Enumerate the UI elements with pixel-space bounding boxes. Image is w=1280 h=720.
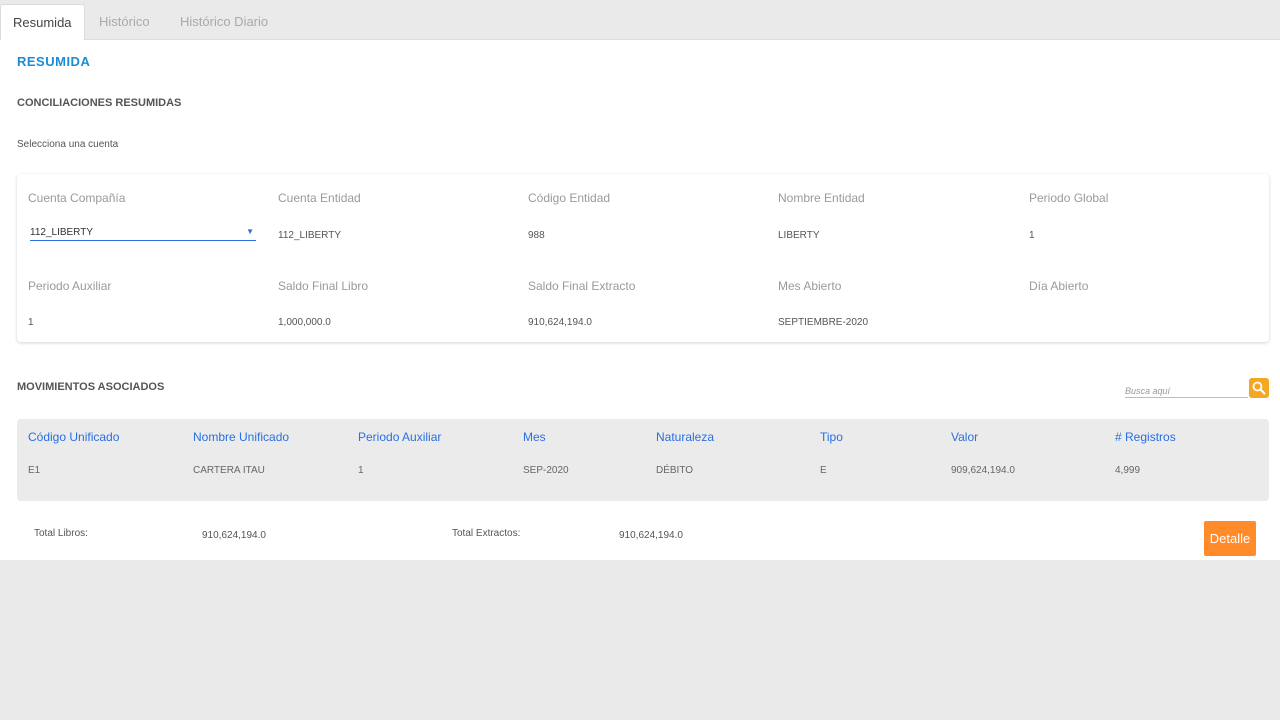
- table-cell: SEP-2020: [523, 465, 569, 476]
- column-header[interactable]: Periodo Auxiliar: [358, 430, 441, 444]
- total-extractos-label: Total Extractos:: [452, 528, 521, 539]
- value-nombre-entidad: LIBERTY: [778, 230, 820, 241]
- tab-historico-diario[interactable]: Histórico Diario: [168, 4, 280, 40]
- table-cell: 1: [358, 465, 364, 476]
- label-mes-abierto: Mes Abierto: [778, 279, 842, 293]
- table-cell: 909,624,194.0: [951, 465, 1015, 476]
- value-mes-abierto: SEPTIEMBRE-2020: [778, 317, 869, 328]
- value-periodo-global: 1: [1029, 230, 1035, 241]
- table-cell: DÉBITO: [656, 465, 694, 476]
- label-saldo-final-libro: Saldo Final Libro: [278, 279, 369, 293]
- label-codigo-entidad: Código Entidad: [528, 191, 611, 205]
- column-header[interactable]: Nombre Unificado: [193, 430, 289, 444]
- table-cell: 4,999: [1115, 465, 1141, 476]
- label-dia-abierto: Día Abierto: [1029, 279, 1089, 293]
- movements-table: Código Unificado Nombre Unificado Period…: [17, 419, 1269, 501]
- main-content: RESUMIDA CONCILIACIONES RESUMIDAS Selecc…: [0, 40, 1280, 560]
- label-periodo-auxiliar: Periodo Auxiliar: [28, 279, 112, 293]
- label-periodo-global: Periodo Global: [1029, 191, 1109, 205]
- dropdown-arrow-icon: ▼: [246, 227, 254, 236]
- total-extractos-value: 910,624,194.0: [619, 530, 683, 541]
- tab-historico[interactable]: Histórico: [87, 4, 162, 40]
- column-header[interactable]: Mes: [523, 430, 546, 444]
- select-account-hint: Selecciona una cuenta: [17, 139, 119, 150]
- value-cuenta-entidad: 112_LIBERTY: [278, 230, 342, 241]
- label-cuenta-entidad: Cuenta Entidad: [278, 191, 361, 205]
- total-libros-value: 910,624,194.0: [202, 530, 266, 541]
- section-title-summary: CONCILIACIONES RESUMIDAS: [17, 97, 182, 109]
- summary-card: Cuenta Compañía 112_LIBERTY ▼ Cuenta Ent…: [17, 174, 1269, 342]
- search-input[interactable]: [1125, 383, 1245, 399]
- detail-button[interactable]: Detalle: [1204, 521, 1256, 556]
- label-nombre-entidad: Nombre Entidad: [778, 191, 865, 205]
- table-cell: CARTERA ITAU: [193, 465, 265, 476]
- column-header[interactable]: Código Unificado: [28, 430, 119, 444]
- search-icon: [1252, 381, 1266, 395]
- total-libros-label: Total Libros:: [34, 528, 88, 539]
- label-cuenta-compania: Cuenta Compañía: [28, 191, 126, 205]
- table-cell: E: [820, 465, 827, 476]
- table-cell: E1: [28, 465, 41, 476]
- search-field: [1125, 381, 1248, 399]
- section-title-movements: MOVIMIENTOS ASOCIADOS: [17, 381, 165, 393]
- label-saldo-final-extracto: Saldo Final Extracto: [528, 279, 636, 293]
- column-header[interactable]: Naturaleza: [656, 430, 714, 444]
- tab-resumida[interactable]: Resumida: [0, 4, 85, 41]
- search-button[interactable]: [1249, 378, 1269, 398]
- value-saldo-final-libro: 1,000,000.0: [278, 317, 331, 328]
- value-periodo-auxiliar: 1: [28, 317, 34, 328]
- column-header[interactable]: Tipo: [820, 430, 843, 444]
- page-title: RESUMIDA: [17, 54, 91, 69]
- value-codigo-entidad: 988: [528, 230, 545, 241]
- tab-bar: Resumida Histórico Histórico Diario: [0, 0, 1280, 41]
- column-header[interactable]: Valor: [951, 430, 978, 444]
- cuenta-compania-select[interactable]: 112_LIBERTY ▼: [30, 226, 256, 241]
- cuenta-compania-value: 112_LIBERTY: [30, 227, 94, 238]
- column-header[interactable]: # Registros: [1115, 430, 1176, 444]
- value-saldo-final-extracto: 910,624,194.0: [528, 317, 592, 328]
